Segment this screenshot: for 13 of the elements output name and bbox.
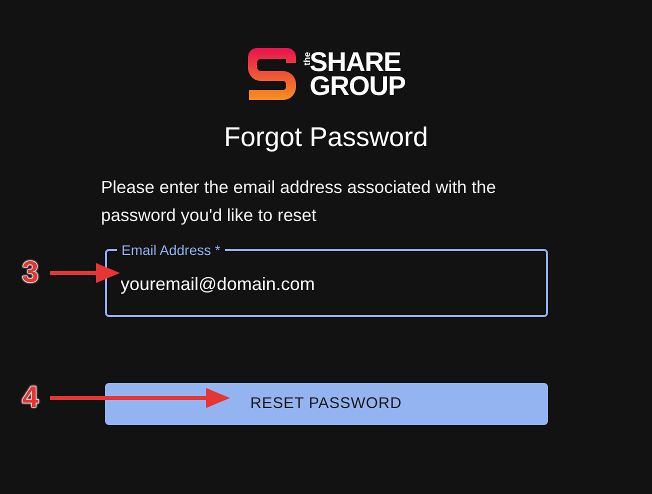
page-title: Forgot Password	[224, 121, 428, 154]
step-number: 4	[22, 383, 40, 413]
email-field[interactable]: Email Address * youremail@domain.com	[104, 242, 548, 317]
field-label: Email Address *	[120, 242, 222, 257]
email-input[interactable]: youremail@domain.com	[120, 270, 532, 298]
logo-icon	[246, 47, 297, 101]
step-number: 3	[22, 258, 40, 288]
logo-text: GROUP	[310, 74, 406, 98]
logo-small-text: the	[302, 52, 312, 66]
arrow	[50, 262, 120, 284]
logo-text: SHARE	[310, 50, 401, 74]
instructions-text: Please enter the email address associated with the password you'd like to reset	[101, 176, 497, 227]
reset-password-button[interactable]: RESET PASSWORD	[104, 382, 548, 425]
